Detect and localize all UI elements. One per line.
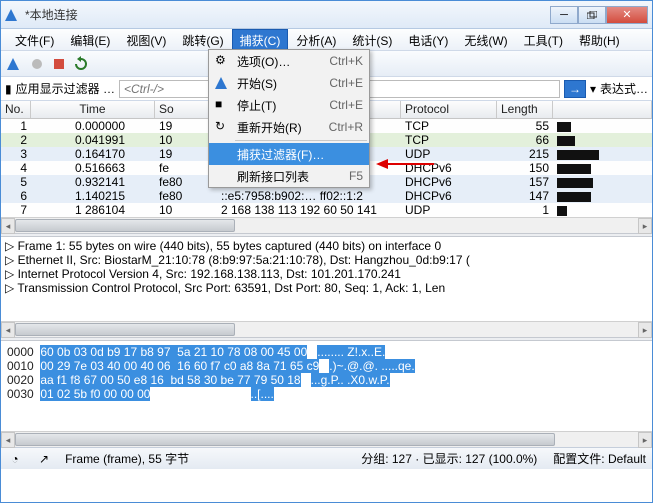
- col-protocol[interactable]: Protocol: [401, 101, 497, 118]
- hex-row: 0030 01 02 5b f0 00 00 00 ..[....: [7, 387, 646, 401]
- menu-item-stop[interactable]: ■ 停止(T) Ctrl+E: [209, 94, 369, 116]
- packet-bytes[interactable]: 0000 60 0b 03 0d b9 17 b8 97 5a 21 10 78…: [1, 341, 652, 431]
- col-no[interactable]: No.: [1, 101, 31, 118]
- menu-edit[interactable]: 编辑(E): [62, 29, 118, 50]
- packet-row[interactable]: 71 286104102 168 138 113 192 60 50 141UD…: [1, 203, 652, 217]
- hex-row: 0000 60 0b 03 0d b9 17 b8 97 5a 21 10 78…: [7, 345, 646, 359]
- menu-item-refresh-interfaces[interactable]: 刷新接口列表 F5: [209, 165, 369, 187]
- hex-row: 0010 00 29 7e 03 40 00 40 06 16 60 f7 c0…: [7, 359, 646, 373]
- menu-capture[interactable]: 捕获(C): [232, 29, 289, 50]
- menu-tools[interactable]: 工具(T): [516, 29, 571, 50]
- shark-icon: [215, 75, 231, 91]
- hex-row: 0020 aa f1 f8 67 00 50 e8 16 bd 58 30 be…: [7, 373, 646, 387]
- gear-icon: ⚙: [215, 53, 231, 69]
- menu-view[interactable]: 视图(V): [118, 29, 174, 50]
- packet-details[interactable]: ▷ Frame 1: 55 bytes on wire (440 bits), …: [1, 237, 652, 321]
- menu-item-restart[interactable]: ↻ 重新开始(R) Ctrl+R: [209, 116, 369, 138]
- expression-button[interactable]: 表达式…: [600, 80, 648, 97]
- close-button[interactable]: ✕: [606, 6, 648, 24]
- detail-line: ▷ Frame 1: 55 bytes on wire (440 bits), …: [5, 239, 648, 253]
- col-length[interactable]: Length: [497, 101, 553, 118]
- detail-line: ▷ Ethernet II, Src: BiostarM_21:10:78 (8…: [5, 253, 648, 267]
- menu-file[interactable]: 文件(F): [7, 29, 62, 50]
- start-capture-icon[interactable]: [29, 56, 45, 72]
- filter-label: 应用显示过滤器 …: [16, 80, 115, 97]
- col-time[interactable]: Time: [31, 101, 155, 118]
- details-scrollbar[interactable]: ◂▸: [1, 321, 652, 337]
- menu-analyze[interactable]: 分析(A): [288, 29, 344, 50]
- window-title: *本地连接: [25, 6, 550, 23]
- menu-item-capture-filters[interactable]: 捕获过滤器(F)…: [209, 143, 369, 165]
- menu-go[interactable]: 跳转(G): [174, 29, 231, 50]
- logo-icon: [7, 56, 23, 72]
- bytes-scrollbar[interactable]: ◂▸: [1, 431, 652, 447]
- stop-icon: ■: [215, 97, 231, 113]
- packet-row[interactable]: 61.140215fe80::e5:7958:b902:… ff02::1:2D…: [1, 189, 652, 203]
- app-icon: [5, 7, 21, 23]
- menu-item-options[interactable]: ⚙ 选项(O)… Ctrl+K: [209, 50, 369, 72]
- packet-list-scrollbar[interactable]: ◂▸: [1, 217, 652, 233]
- detail-line: ▷ Internet Protocol Version 4, Src: 192.…: [5, 267, 648, 281]
- stop-capture-icon[interactable]: [51, 56, 67, 72]
- status-profile: 配置文件: Default: [553, 450, 646, 467]
- maximize-button[interactable]: [578, 6, 606, 24]
- apply-filter-button[interactable]: →: [564, 80, 586, 98]
- status-help-icon[interactable]: ↗: [39, 452, 49, 466]
- status-icon: ◔: [7, 451, 23, 467]
- menu-item-start[interactable]: 开始(S) Ctrl+E: [209, 72, 369, 94]
- menu-telephony[interactable]: 电话(Y): [400, 29, 456, 50]
- restart-icon: ↻: [215, 119, 231, 135]
- restart-capture-icon[interactable]: [73, 56, 89, 72]
- menu-help[interactable]: 帮助(H): [571, 29, 628, 50]
- annotation-arrow: [376, 154, 436, 177]
- capture-menu-dropdown: ⚙ 选项(O)… Ctrl+K 开始(S) Ctrl+E ■ 停止(T) Ctr…: [208, 49, 370, 188]
- filter-icon: ▮: [5, 82, 12, 96]
- minimize-button[interactable]: ─: [550, 6, 578, 24]
- menu-stats[interactable]: 统计(S): [344, 29, 400, 50]
- title-bar: *本地连接 ─ ✕: [1, 1, 652, 29]
- status-bar: ◔ ↗ Frame (frame), 55 字节 分组: 127 · 已显示: …: [1, 447, 652, 469]
- menu-wireless[interactable]: 无线(W): [456, 29, 515, 50]
- status-packets: 分组: 127 · 已显示: 127 (100.0%): [361, 450, 537, 467]
- menu-bar: 文件(F) 编辑(E) 视图(V) 跳转(G) 捕获(C) 分析(A) 统计(S…: [1, 29, 652, 51]
- detail-line: ▷ Transmission Control Protocol, Src Por…: [5, 281, 648, 295]
- status-frame: Frame (frame), 55 字节: [65, 450, 189, 467]
